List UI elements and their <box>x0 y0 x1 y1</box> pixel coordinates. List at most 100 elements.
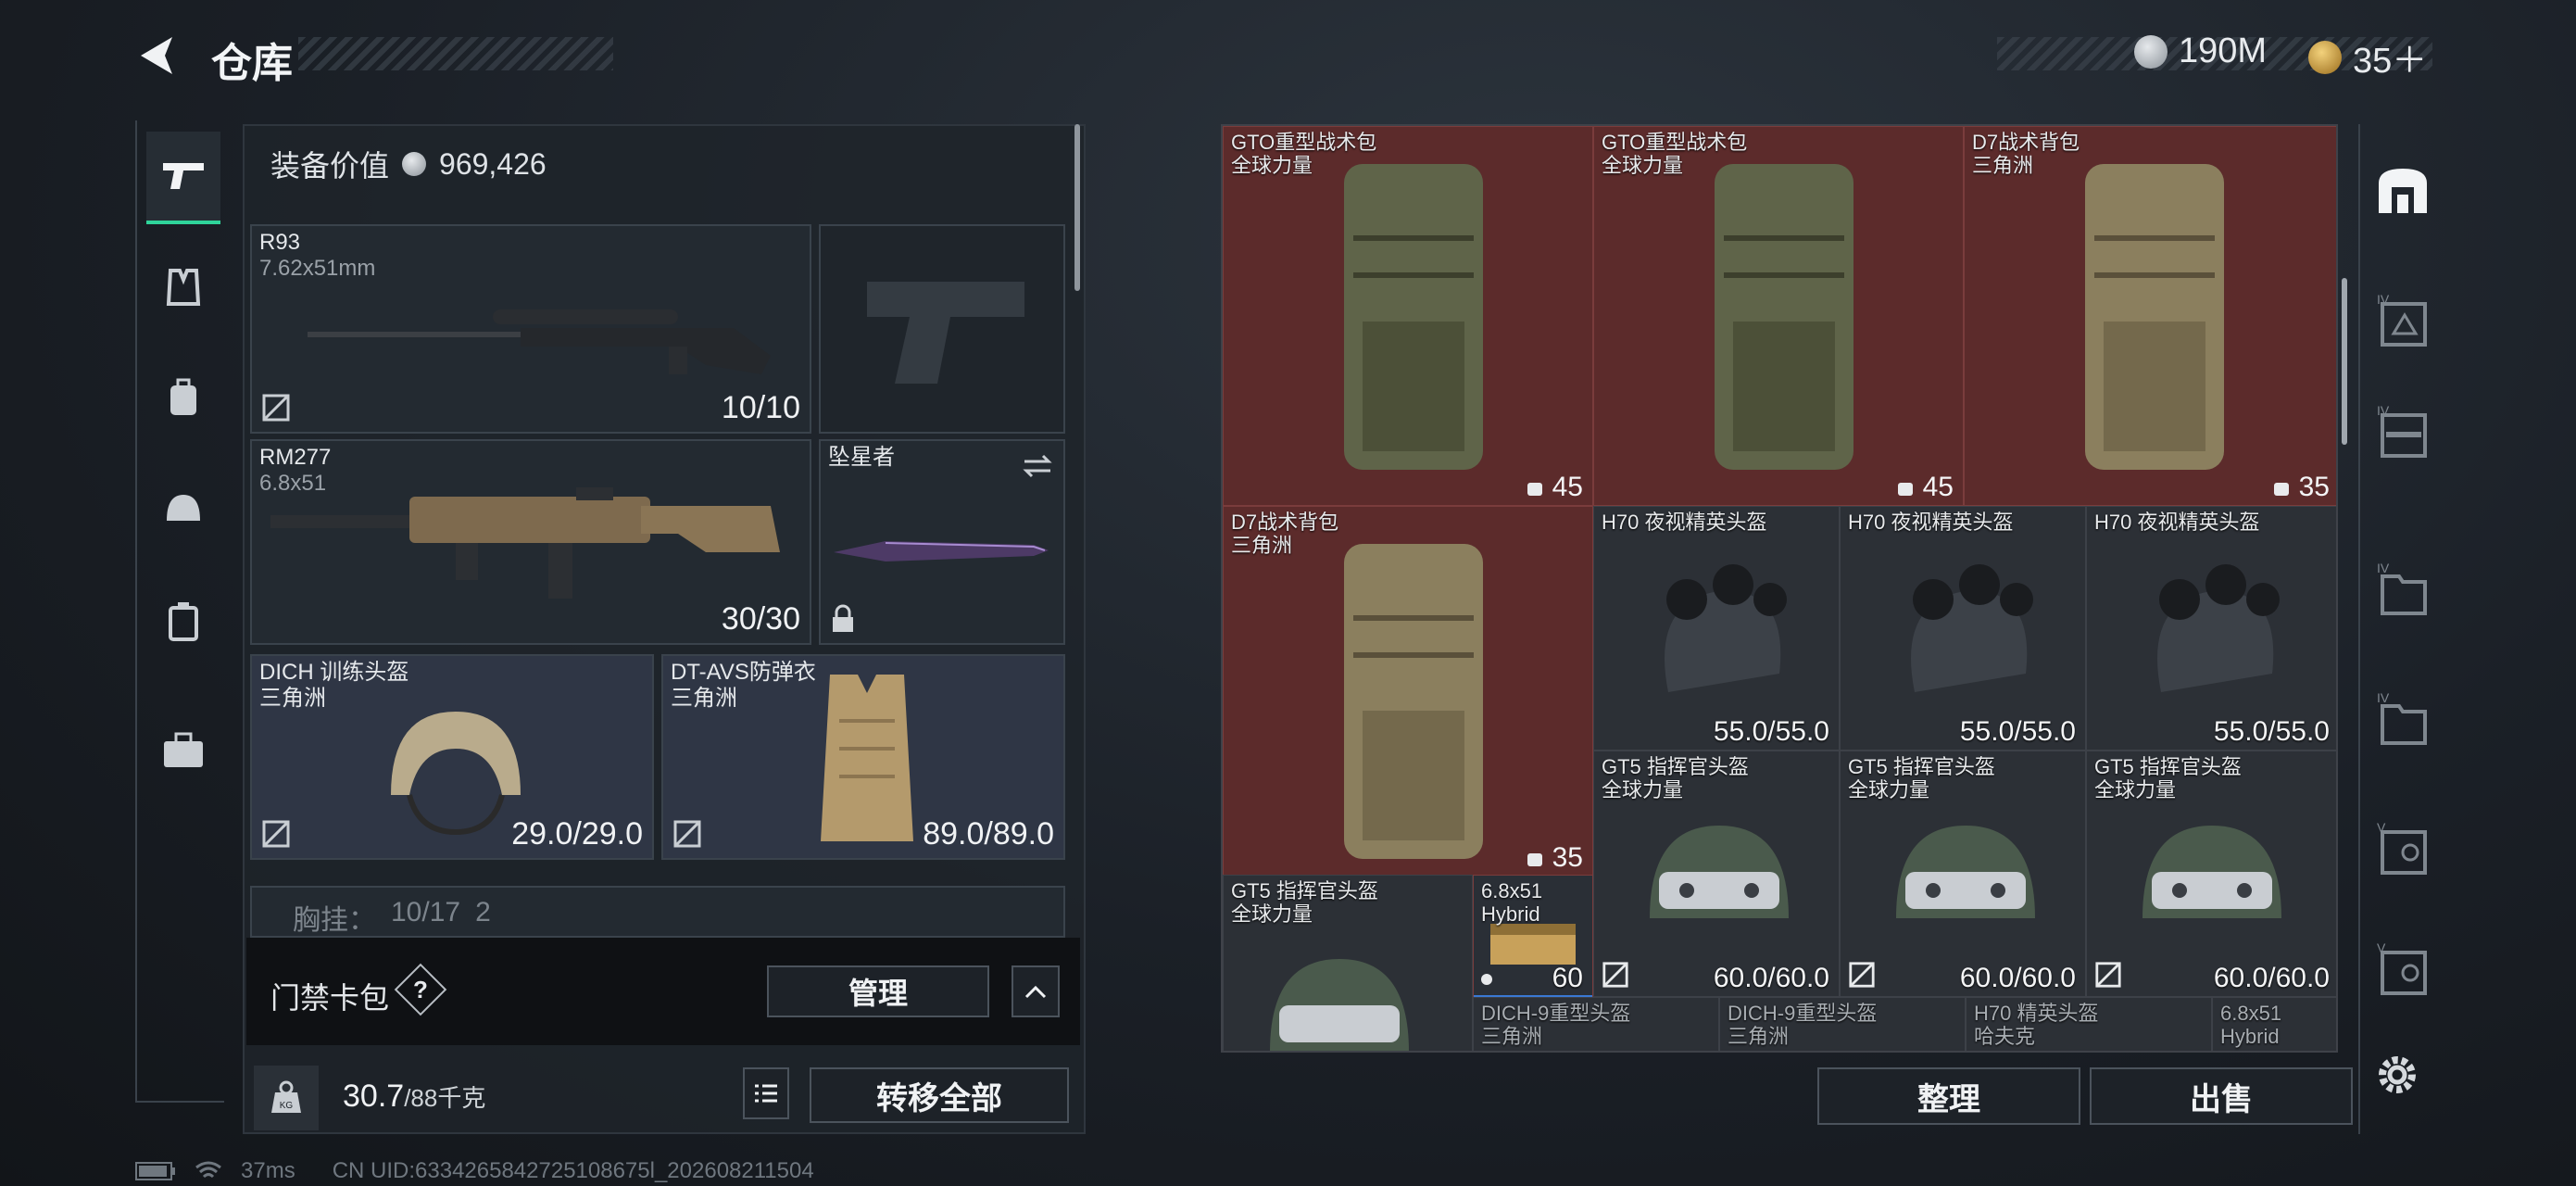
item-name: DICH-9重型头盔 <box>1481 1002 1631 1025</box>
item-maker: 三角洲 <box>1231 534 1293 558</box>
armor-slot[interactable]: DT-AVS防弹衣 三角洲 89.0/89.0 <box>661 654 1065 860</box>
sidearm-slot-empty[interactable] <box>819 224 1065 434</box>
list-icon <box>755 1084 777 1103</box>
item-durability: 60.0/60.0 <box>2213 963 2330 993</box>
item-name: DICH-9重型头盔 <box>1728 1002 1878 1025</box>
rail-storage-page[interactable]: IV <box>2373 689 2432 749</box>
backpack-image <box>1344 544 1483 859</box>
helmet-durability: 29.0/29.0 <box>511 816 643 852</box>
commander-helmet-image <box>1270 959 1409 1051</box>
item-count: 60 <box>1552 963 1583 993</box>
backpack-image <box>2085 164 2224 470</box>
collapse-button[interactable] <box>1012 965 1060 1017</box>
weapon-storage-icon: IV <box>2377 403 2427 458</box>
storage-item-helmet[interactable]: DICH-9重型头盔 三角洲 <box>1719 997 1966 1051</box>
swap-icon[interactable] <box>1021 452 1054 480</box>
commander-helmet-image <box>1650 826 1789 918</box>
item-maker: 全球力量 <box>1602 154 1684 178</box>
storage-scrollbar[interactable] <box>2342 278 2347 445</box>
list-view-button[interactable] <box>743 1067 789 1119</box>
rail-storage-page[interactable]: IV <box>2373 291 2432 350</box>
kettlebell-icon: KG <box>271 1080 301 1113</box>
status-bar: 37ms CN UID:6334265842725108675l_2026082… <box>135 1158 814 1184</box>
item-name: H70 夜视精英头盔 <box>2094 511 2260 534</box>
rail-weapons[interactable] <box>146 132 220 224</box>
storage-item-ammo[interactable]: 6.8x51 Hybrid 60 <box>1473 875 1593 999</box>
equipment-scrollbar[interactable] <box>1074 124 1080 291</box>
melee-slot[interactable]: 坠星者 <box>819 439 1065 645</box>
storage-item-ammo[interactable]: 6.8x51 Hybrid <box>2212 997 2336 1051</box>
uid-text: CN UID:6334265842725108675l_202608211504 <box>332 1158 814 1183</box>
page-title: 仓库 <box>211 41 293 86</box>
training-helmet-image <box>391 712 521 836</box>
primary-weapon-slot[interactable]: R93 7.62x51mm 10/10 <box>250 224 811 434</box>
item-name: GT5 指挥官头盔 <box>1602 755 1749 778</box>
rail-helmet[interactable] <box>146 463 220 556</box>
item-maker: 全球力量 <box>1848 778 1930 802</box>
manage-button[interactable]: 管理 <box>767 965 989 1017</box>
chevron-up-icon <box>1024 985 1047 999</box>
storage-item-backpack[interactable]: GTO重型战术包 全球力量 45 <box>1223 126 1593 506</box>
chest-rig-extra: 2 <box>475 897 491 927</box>
helmet-slot[interactable]: DICH 训练头盔 三角洲 29.0/29.0 <box>250 654 654 860</box>
gold-currency[interactable]: 35＋ <box>2308 32 2427 82</box>
no-insure-icon <box>1602 962 1628 988</box>
item-capacity: 35 <box>2298 472 2330 502</box>
rail-chest-rig[interactable] <box>146 241 220 334</box>
help-glyph: ? <box>413 976 428 1003</box>
item-maker: 三角洲 <box>1728 1025 1790 1049</box>
rail-backpack[interactable] <box>146 352 220 445</box>
storage-item-helmet[interactable]: H70 精英头盔 哈夫克 <box>1966 997 2212 1051</box>
nvg-helmet-image <box>1911 564 2033 692</box>
item-maker: 三角洲 <box>1481 1025 1543 1049</box>
secondary-weapon-slot[interactable]: RM277 6.8x51 30/30 <box>250 439 811 645</box>
storage-item-backpack[interactable]: GTO重型战术包 全球力量 45 <box>1593 126 1964 506</box>
helmet-name: DICH 训练头盔 <box>259 660 409 685</box>
header-decoration <box>298 37 613 70</box>
kettlebell-kg-text: KG <box>280 1101 294 1111</box>
secondary-weapon-ammo: 30/30 <box>721 601 800 637</box>
new-dot-icon <box>1481 974 1492 985</box>
no-insure-icon <box>673 820 701 848</box>
silver-currency[interactable]: 190M <box>2134 32 2267 71</box>
equipment-value: 装备价值 969,426 <box>270 143 547 185</box>
storage-item-helmet[interactable]: GT5 指挥官头盔 全球力量 60.0/60.0 <box>1840 751 2086 997</box>
item-name: 6.8x51 <box>2220 1002 2282 1025</box>
folder-storage-icon: IV <box>2377 690 2427 745</box>
storage-item-helmet[interactable]: H70 夜视精英头盔 55.0/55.0 <box>2086 506 2336 751</box>
chest-rig-slot[interactable]: 胸挂： 10/17 2 <box>250 886 1065 938</box>
item-maker: 全球力量 <box>2094 778 2177 802</box>
rail-case[interactable] <box>146 704 220 797</box>
transfer-all-button[interactable]: 转移全部 <box>810 1067 1069 1123</box>
settings-gear-icon[interactable] <box>2373 1051 2421 1099</box>
back-arrow-icon[interactable] <box>135 33 185 78</box>
rail-storage-page[interactable]: IV <box>2373 560 2432 619</box>
backpack-capacity-icon <box>2273 483 2289 496</box>
rail-storage-page[interactable]: V <box>2373 940 2432 999</box>
storage-rail: IV IV IV IV V V <box>2358 124 2444 1134</box>
storage-page-icon: IV <box>2377 292 2427 347</box>
rail-storage-home[interactable] <box>2373 161 2432 221</box>
gold-amount: 35＋ <box>2353 42 2428 81</box>
no-insure-icon <box>262 394 290 422</box>
item-maker: 哈夫克 <box>1974 1025 2036 1049</box>
item-name: H70 夜视精英头盔 <box>1602 511 1767 534</box>
gold-coin-icon <box>2308 40 2342 74</box>
sort-button[interactable]: 整理 <box>1817 1067 2080 1125</box>
storage-item-helmet[interactable]: DICH-9重型头盔 三角洲 <box>1473 997 1719 1051</box>
rail-pouch[interactable] <box>146 574 220 667</box>
rail-storage-page[interactable]: V <box>2373 819 2432 878</box>
category-rail <box>135 120 224 1103</box>
storage-item-helmet[interactable]: GT5 指挥官头盔 全球力量 <box>1223 875 1473 1051</box>
item-name: GT5 指挥官头盔 <box>1231 879 1378 902</box>
rail-storage-page[interactable]: IV <box>2373 402 2432 461</box>
storage-item-helmet[interactable]: GT5 指挥官头盔 全球力量 60.0/60.0 <box>2086 751 2336 997</box>
item-name: H70 精英头盔 <box>1974 1002 2099 1025</box>
assault-rifle-image <box>270 487 780 599</box>
sell-button[interactable]: 出售 <box>2090 1067 2353 1125</box>
storage-item-helmet[interactable]: GT5 指挥官头盔 全球力量 60.0/60.0 <box>1593 751 1840 997</box>
storage-item-backpack[interactable]: D7战术背包 三角洲 35 <box>1964 126 2336 506</box>
primary-weapon-name: R93 <box>259 230 301 255</box>
storage-item-helmet[interactable]: H70 夜视精英头盔 55.0/55.0 <box>1593 506 1840 751</box>
storage-item-helmet[interactable]: H70 夜视精英头盔 55.0/55.0 <box>1840 506 2086 751</box>
